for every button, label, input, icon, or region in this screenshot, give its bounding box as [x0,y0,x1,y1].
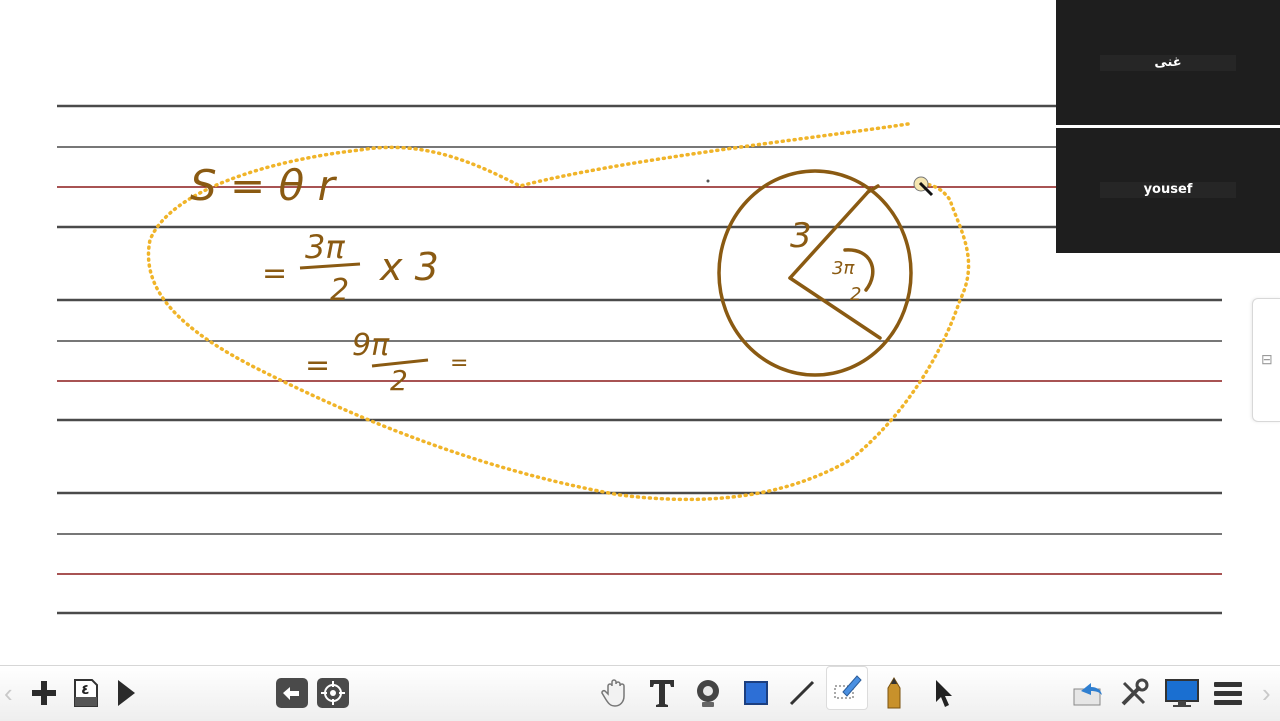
add-page-button[interactable] [24,674,64,712]
equals-sign-4: = [450,351,468,376]
stamp-tool-button[interactable] [688,674,728,712]
undo-icon [276,678,308,708]
pointer-icon [936,680,952,707]
highlighter-icon [834,675,862,699]
fraction-2-numerator: 3π [305,228,345,266]
ink-dot [706,179,710,183]
toolbar-scroll-right-icon[interactable]: › [1262,676,1271,710]
screen-share-button[interactable] [1162,674,1202,712]
fraction-3-numerator: 9π [352,328,390,363]
line-tool-button[interactable] [782,674,822,712]
equals-sign-3: = [305,348,330,383]
angle-label-denominator: 2 [850,284,861,305]
undo-button[interactable] [272,674,312,712]
text-icon [650,680,674,707]
handwritten-math: S = θ r = 3π 2 x 3 = 9π 2 = [190,161,468,397]
toolbar-scroll-left-icon[interactable]: ‹ [4,676,13,710]
screen-icon [1165,679,1199,707]
panel-toggle-icon: ⊟ [1261,351,1273,367]
text-tool-button[interactable] [642,674,682,712]
pencil-tool-button[interactable] [874,674,914,712]
stamp-icon [697,680,719,707]
highlighter-tool-button[interactable] [826,666,868,710]
menu-button[interactable] [1208,674,1248,712]
radius-label: 3 [790,216,812,256]
add-page-icon [32,681,56,705]
participant-name: yousef [1100,182,1236,198]
circle-sector-drawing [717,169,913,377]
angle-label-numerator: 3π [832,258,855,279]
pencil-icon [887,677,901,709]
fraction-2-denominator: 2 [330,273,349,308]
page-number: ٤ [81,682,90,698]
side-panel-handle[interactable]: ⊟ [1252,298,1280,422]
locate-icon [317,678,349,708]
participant-name: غنى [1100,55,1236,71]
rectangle-icon [744,681,768,705]
tools-button[interactable] [1114,674,1154,712]
hand-tool-button[interactable] [596,674,636,712]
menu-icon [1214,682,1242,705]
formula-line-1: S = θ r [190,161,338,210]
select-tool-button[interactable] [924,674,964,712]
line-icon [789,680,815,706]
locate-button[interactable] [313,674,353,712]
equals-sign-2: = [262,256,287,291]
participant-tile-2[interactable]: yousef [1056,128,1280,253]
fraction-3-denominator: 2 [390,364,408,397]
hand-icon [601,679,625,707]
share-icon [1073,683,1102,706]
page-selector-button[interactable]: ٤ [66,674,106,712]
tools-icon [1121,678,1149,706]
share-button[interactable] [1068,674,1108,712]
rectangle-tool-button[interactable] [736,674,776,712]
next-icon [118,680,135,706]
next-page-button[interactable] [106,674,146,712]
participant-tile-1[interactable]: غنى [1056,0,1280,125]
formula-line-2-rest: x 3 [379,245,439,289]
bottom-toolbar: ‹ ٤ › [0,665,1280,721]
